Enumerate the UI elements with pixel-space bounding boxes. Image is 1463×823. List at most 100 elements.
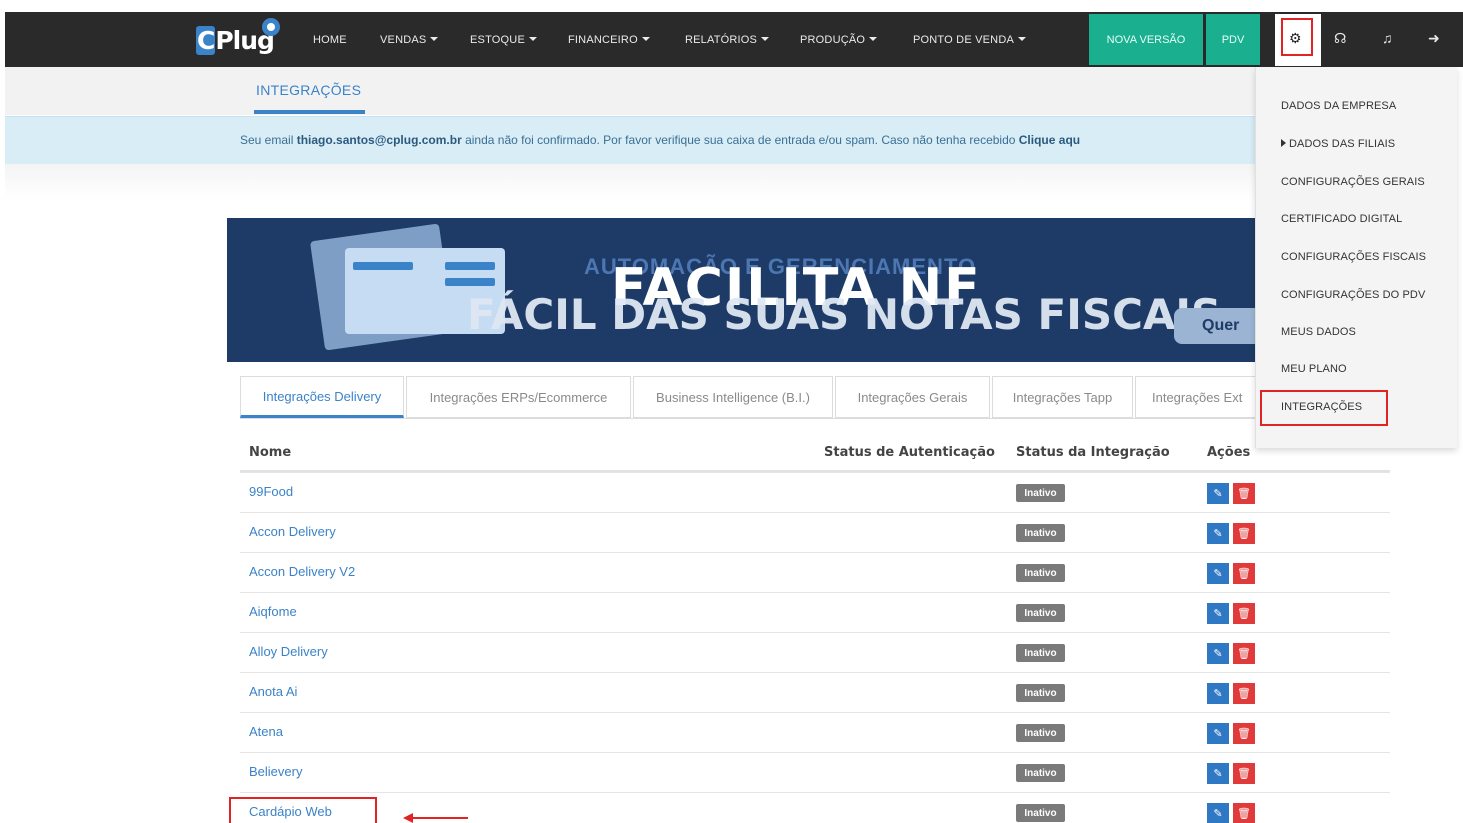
trash-icon[interactable]: 🗑 xyxy=(1233,763,1255,784)
caret-down-icon xyxy=(869,37,878,41)
tab-label: Integrações Delivery xyxy=(262,388,382,404)
cardapio-web-highlight-box xyxy=(229,797,377,823)
nav-vendas[interactable]: VENDAS xyxy=(380,34,439,46)
status-badge: Inativo xyxy=(1016,764,1065,782)
status-badge: Inativo xyxy=(1016,724,1065,742)
nav-ponto-de-venda[interactable]: PONTO DE VENDA xyxy=(913,34,1027,46)
menu-item-meu-plano[interactable]: MEU PLANO xyxy=(1281,363,1347,375)
edit-icon[interactable]: ✎ xyxy=(1207,603,1229,624)
trash-icon[interactable]: 🗑 xyxy=(1233,483,1255,504)
edit-icon[interactable]: ✎ xyxy=(1207,723,1229,744)
edit-icon[interactable]: ✎ xyxy=(1207,683,1229,704)
banner-line3: FÁCIL DAS SUAS NOTAS FISCAIS xyxy=(467,290,1222,339)
caret-down-icon xyxy=(529,37,537,41)
integration-name-link[interactable]: Accon Delivery V2 xyxy=(249,564,355,579)
caret-down-icon xyxy=(641,37,650,41)
edit-icon[interactable]: ✎ xyxy=(1207,643,1229,664)
tab-integracoes-gerais[interactable]: Integrações Gerais xyxy=(835,376,990,418)
edit-icon[interactable]: ✎ xyxy=(1207,763,1229,784)
nav-financeiro[interactable]: FINANCEIRO xyxy=(568,34,650,46)
promo-banner[interactable]: AUTOMAÇÃO E GERENCIAMENTO FACILITA NF FÁ… xyxy=(227,218,1255,362)
menu-item-certificado-digital[interactable]: CERTIFICADO DIGITAL xyxy=(1281,213,1402,225)
logout-icon[interactable]: ➜ xyxy=(1428,30,1440,47)
gear-icon: ⚙ xyxy=(1289,30,1302,46)
integration-name-link[interactable]: Believery xyxy=(249,764,302,779)
integration-name-link[interactable]: Anota Ai xyxy=(249,684,297,699)
tab-label: Integrações Gerais xyxy=(857,389,968,405)
trash-icon[interactable]: 🗑 xyxy=(1233,683,1255,704)
nav-home[interactable]: HOME xyxy=(313,34,347,46)
alert-prefix: Seu email xyxy=(240,133,297,147)
nav-relatorios[interactable]: RELATÓRIOS xyxy=(685,34,770,46)
page: CPlug HOME VENDAS ESTOQUE FINANCEIRO REL… xyxy=(0,0,1463,823)
table-row: Alloy Delivery Inativo ✎ 🗑 xyxy=(240,632,1390,672)
tab-business-intelligence[interactable]: Business Intelligence (B.I.) xyxy=(633,376,833,418)
trash-icon[interactable]: 🗑 xyxy=(1233,803,1255,823)
tab-integracoes-tapp[interactable]: Integrações Tapp xyxy=(992,376,1133,418)
tab-integracoes-delivery[interactable]: Integrações Delivery xyxy=(240,376,404,418)
nav-vendas-label: VENDAS xyxy=(380,34,427,46)
menu-item-configuracoes-gerais[interactable]: CONFIGURAÇÕES GERAIS xyxy=(1281,176,1425,188)
menu-item-meus-dados[interactable]: MEUS DADOS xyxy=(1281,326,1356,338)
integration-name-link[interactable]: 99Food xyxy=(249,484,293,499)
trash-icon[interactable]: 🗑 xyxy=(1233,563,1255,584)
illustration-bar xyxy=(353,262,413,270)
integracoes-highlight-box xyxy=(1260,390,1388,426)
menu-item-dados-empresa[interactable]: DADOS DA EMPRESA xyxy=(1281,100,1396,112)
menu-item-label: CONFIGURAÇÕES GERAIS xyxy=(1281,176,1425,188)
edit-icon[interactable]: ✎ xyxy=(1207,803,1229,823)
header-status-integracao: Status da Integração xyxy=(1016,445,1170,460)
header-acoes: Ações xyxy=(1207,445,1251,460)
integration-name-link[interactable]: Atena xyxy=(249,724,283,739)
banner-cta-button[interactable]: Quer xyxy=(1174,308,1255,344)
nav-home-label: HOME xyxy=(313,34,347,46)
integration-name-link[interactable]: Aiqfome xyxy=(249,604,297,619)
trash-icon[interactable]: 🗑 xyxy=(1233,603,1255,624)
edit-icon[interactable]: ✎ xyxy=(1207,523,1229,544)
tab-integracoes-ext[interactable]: Integrações Ext xyxy=(1135,376,1255,418)
table-row: Anota Ai Inativo ✎ 🗑 xyxy=(240,672,1390,712)
table-row: 99Food Inativo ✎ 🗑 xyxy=(240,472,1390,512)
arrow-left-icon xyxy=(403,813,413,823)
nav-relatorios-label: RELATÓRIOS xyxy=(685,34,758,46)
status-badge: Inativo xyxy=(1016,564,1065,582)
settings-button[interactable]: ⚙ xyxy=(1275,14,1321,66)
nav-producao[interactable]: PRODUÇÃO xyxy=(800,34,878,46)
status-badge: Inativo xyxy=(1016,604,1065,622)
integration-name-link[interactable]: Accon Delivery xyxy=(249,524,336,539)
headset-icon[interactable]: ☊ xyxy=(1334,30,1346,47)
nova-versao-button[interactable]: NOVA VERSÃO xyxy=(1089,14,1203,65)
integration-name-link[interactable]: Alloy Delivery xyxy=(249,644,328,659)
edit-icon[interactable]: ✎ xyxy=(1207,563,1229,584)
illustration-bar xyxy=(445,278,495,286)
status-badge: Inativo xyxy=(1016,644,1065,662)
menu-item-label: CERTIFICADO DIGITAL xyxy=(1281,213,1403,225)
tab-label: Integrações Tapp xyxy=(1012,389,1113,405)
table-row: Aiqfome Inativo ✎ 🗑 xyxy=(240,592,1390,632)
pdv-button[interactable]: PDV xyxy=(1206,14,1260,65)
menu-item-configuracoes-fiscais[interactable]: CONFIGURAÇÕES FISCAIS xyxy=(1281,251,1426,263)
nav-estoque[interactable]: ESTOQUE xyxy=(470,34,537,46)
caret-right-icon xyxy=(1281,139,1286,147)
menu-item-configuracoes-pdv[interactable]: CONFIGURAÇÕES DO PDV xyxy=(1281,289,1425,301)
tab-integracoes-erps[interactable]: Integrações ERPs/Ecommerce xyxy=(406,376,631,418)
trash-icon[interactable]: 🗑 xyxy=(1233,523,1255,544)
bell-icon[interactable]: ♫ xyxy=(1382,30,1393,46)
header-nome: Nome xyxy=(249,445,292,460)
status-badge: Inativo xyxy=(1016,484,1065,502)
menu-item-dados-filiais[interactable]: DADOS DAS FILIAIS xyxy=(1281,138,1395,150)
menu-item-label: MEU PLANO xyxy=(1281,363,1347,375)
table-row: Believery Inativo ✎ 🗑 xyxy=(240,752,1390,792)
tab-integracoes[interactable]: INTEGRAÇÕES xyxy=(256,82,361,98)
alert-resend-link[interactable]: Clique aqu xyxy=(1019,133,1080,147)
tab-label: Integrações ERPs/Ecommerce xyxy=(429,389,608,405)
menu-item-label: CONFIGURAÇÕES DO PDV xyxy=(1281,289,1426,301)
edit-icon[interactable]: ✎ xyxy=(1207,483,1229,504)
nav-estoque-label: ESTOQUE xyxy=(470,34,525,46)
trash-icon[interactable]: 🗑 xyxy=(1233,643,1255,664)
cplug-logo[interactable]: CPlug xyxy=(196,18,292,64)
trash-icon[interactable]: 🗑 xyxy=(1233,723,1255,744)
menu-item-label: CONFIGURAÇÕES FISCAIS xyxy=(1281,251,1427,263)
subnav xyxy=(5,67,1255,115)
caret-down-icon xyxy=(1018,37,1027,41)
